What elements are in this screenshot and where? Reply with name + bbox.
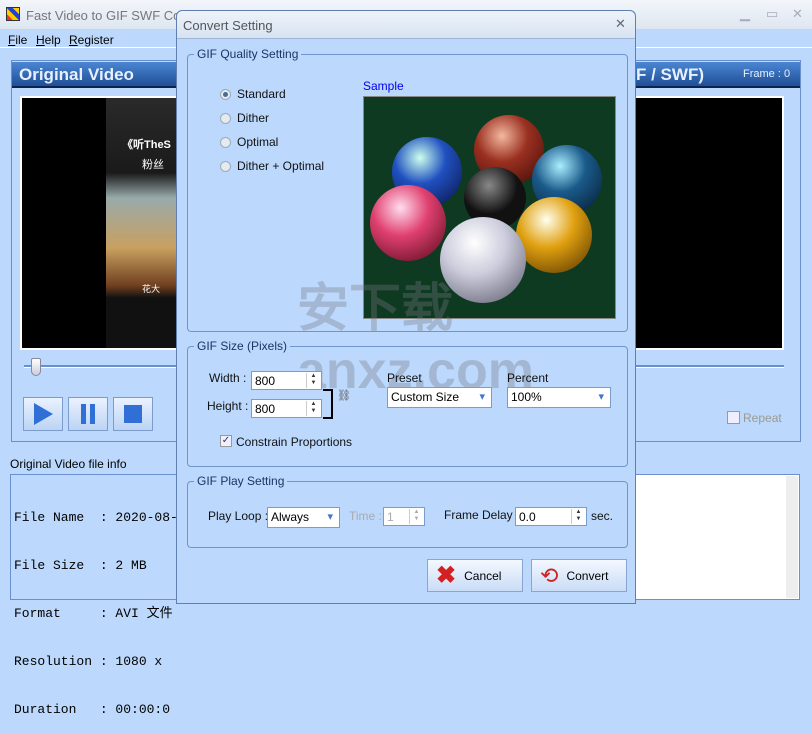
link-bracket [323,389,333,419]
pause-icon [81,404,95,424]
repeat-label: Repeat [743,411,782,425]
radio-label: Standard [237,87,286,101]
radio-standard[interactable]: Standard [220,87,286,101]
dialog-title-bar: Convert Setting ✕ [177,11,635,39]
frame-delay-spinner[interactable]: ▲ ▼ [571,509,585,524]
convert-button[interactable]: ⟲ Convert [531,559,627,592]
width-value: 800 [255,374,276,388]
height-value: 800 [255,402,276,416]
percent-label: Percent [507,371,549,385]
stop-icon [124,405,142,423]
height-spinner[interactable]: ▲ ▼ [306,401,320,416]
height-input[interactable]: 800 ▲ ▼ [251,399,322,418]
convert-icon: ⟲ [540,562,559,588]
preset-value: Custom Size [391,390,460,404]
preset-label: Preset [387,371,422,385]
time-value: 1 [387,510,394,524]
width-input[interactable]: 800 ▲ ▼ [251,371,322,390]
overlay-text: 《听TheS [122,139,171,151]
seek-handle[interactable] [31,358,41,376]
radio-label: Dither + Optimal [237,159,325,173]
sample-label: Sample [363,79,404,93]
time-spinner: ▲ ▼ [409,509,423,524]
play-icon [34,403,53,425]
menu-file[interactable]: File [8,33,27,47]
file-info-label: Original Video file info [10,457,127,471]
width-spinner[interactable]: ▲ ▼ [306,373,320,388]
width-label: Width : [209,371,247,385]
cancel-icon: ✖ [436,561,457,589]
original-video-player[interactable]: 《听TheS 粉丝 花大 [20,96,182,350]
dialog-close-icon[interactable]: ✕ [615,16,626,32]
frame-delay-label: Frame Delay : [444,508,520,522]
repeat-checkbox[interactable] [727,411,740,424]
frame-delay-value: 0.0 [519,510,536,524]
chain-link-icon[interactable]: ⛓ [337,389,351,402]
size-legend: GIF Size (Pixels) [197,339,288,353]
height-label: Height : [207,399,249,413]
stop-button[interactable] [113,397,153,431]
menu-help[interactable]: Help [36,33,61,47]
percent-value: 100% [511,390,542,404]
minimize-icon[interactable]: ▁ [740,6,750,22]
frame-delay-input[interactable]: 0.0 ▲ ▼ [515,507,587,526]
frame-counter: Frame : 0 [743,68,791,80]
radio-label: Optimal [237,135,279,149]
dialog-title: Convert Setting [183,18,273,33]
video-frame: 《听TheS 粉丝 花大 [106,98,182,348]
constrain-label: Constrain Proportions [236,435,353,449]
radio-dither[interactable]: Dither [220,111,269,125]
scrollbar[interactable] [786,476,798,598]
menu-register[interactable]: Register [69,33,114,47]
time-input: 1 ▲ ▼ [383,507,425,526]
play-loop-label: Play Loop : [208,509,269,523]
play-button[interactable] [23,397,63,431]
time-label: Time : [349,509,382,523]
preset-dropdown[interactable]: Custom Size [387,387,492,408]
info-line: Format : AVI 文件 [14,606,173,621]
overlay-text: 粉丝 [142,159,164,171]
radio-dither-optimal[interactable]: Dither + Optimal [220,159,324,173]
original-video-title: Original Video [19,65,134,84]
app-title: Fast Video to GIF SWF Co [26,8,181,23]
percent-dropdown[interactable]: 100% [507,387,611,408]
cancel-label: Cancel [464,568,502,583]
app-icon [6,7,20,21]
constrain-checkbox[interactable]: ✓ [220,435,232,447]
cancel-button[interactable]: ✖ Cancel [427,559,523,592]
quality-legend: GIF Quality Setting [197,47,299,61]
output-title: F / SWF) [636,65,704,84]
info-line: Resolution : 1080 x [14,654,171,669]
close-icon[interactable]: ✕ [792,6,803,22]
overlay-text: 花大 [142,284,161,294]
convert-label: Convert [566,568,609,583]
radio-label: Dither [237,111,270,125]
radio-optimal[interactable]: Optimal [220,135,278,149]
convert-setting-dialog: Convert Setting ✕ GIF Quality Setting St… [176,10,636,604]
play-loop-value: Always [271,510,310,524]
play-loop-dropdown[interactable]: Always [267,507,340,528]
output-video-player[interactable] [636,96,784,350]
output-info-box [636,475,799,599]
play-legend: GIF Play Setting [197,474,285,488]
maximize-icon[interactable]: ▭ [766,6,778,22]
sec-label: sec. [591,509,614,523]
pause-button[interactable] [68,397,108,431]
info-line: Duration : 00:00:0 [14,702,171,717]
